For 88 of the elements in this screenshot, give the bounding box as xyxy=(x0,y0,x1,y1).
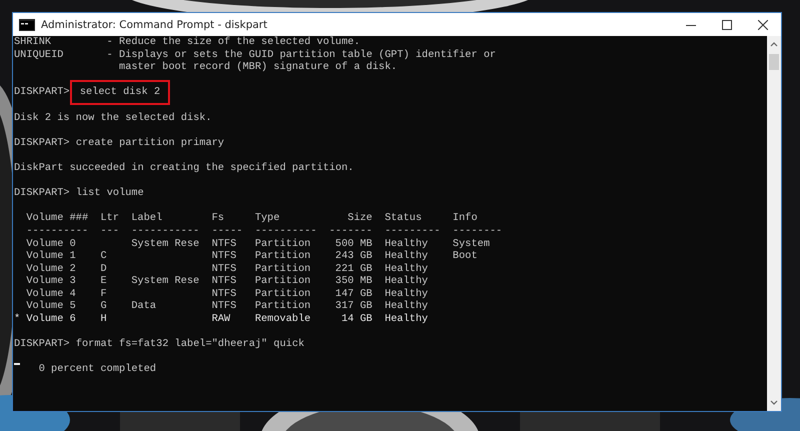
header-rule: ----------- xyxy=(131,224,200,238)
table-cell-text: 500 MB xyxy=(334,238,374,250)
table-cell-text: G xyxy=(100,300,108,314)
header-rule: -------- xyxy=(452,224,502,238)
table-cell-text: Volume 0 xyxy=(26,238,77,250)
table-cell-text: 221 GB xyxy=(334,262,374,276)
progress-text: 0 percent completed xyxy=(38,363,156,376)
table-cell-text: Partition xyxy=(254,300,312,314)
column-header: Info xyxy=(452,212,478,225)
highlighted-command: select disk 2 xyxy=(70,80,170,105)
table-cell-text: NTFS xyxy=(212,275,238,288)
command-text: create partition primary xyxy=(76,136,224,150)
command-name: UNIQUEID xyxy=(14,48,64,63)
header-rule: ---------- xyxy=(254,224,318,238)
command-description: - Reduce the size of the selected volume. xyxy=(106,36,360,49)
table-cell-text: Data xyxy=(131,300,158,314)
table-cell-text: 243 GB xyxy=(334,250,374,263)
header-rule: --------- xyxy=(384,224,442,238)
table-cell-text: 317 GB xyxy=(334,300,374,314)
table-cell-text: Partition xyxy=(254,275,312,288)
table-cell-text: Healthy xyxy=(384,300,429,314)
table-cell-text: NTFS xyxy=(212,288,238,300)
table-cell-text: System Rese xyxy=(131,238,200,250)
table-cell-text: Partition xyxy=(254,288,312,300)
table-cell-text: Partition xyxy=(254,250,312,263)
table-cell-text: Volume 3 xyxy=(26,275,77,288)
scroll-up-icon[interactable] xyxy=(769,40,779,48)
command-text: list volume xyxy=(76,187,144,200)
table-cell-text: 350 MB xyxy=(334,275,374,288)
table-cell-text: Healthy xyxy=(384,238,429,250)
header-rule: --- xyxy=(100,224,120,238)
table-cell-text: Healthy xyxy=(384,288,429,300)
close-icon xyxy=(758,20,768,30)
scrollbar[interactable] xyxy=(767,36,781,411)
table-cell-text: Healthy xyxy=(384,275,429,288)
column-header: Volume ### xyxy=(26,212,90,225)
table-cell-text: Partition xyxy=(254,238,312,250)
table-cell-text: NTFS xyxy=(212,300,238,314)
table-cell-text: 147 GB xyxy=(334,288,374,300)
table-cell-text: D xyxy=(100,262,108,276)
table-cell-text: F xyxy=(100,288,108,300)
table-cell-text: NTFS xyxy=(212,238,238,250)
table-cell-text: Volume 6 xyxy=(26,313,77,326)
table-cell-text: Volume 5 xyxy=(26,300,77,314)
console-icon xyxy=(19,18,35,30)
table-cell-text: Healthy xyxy=(384,313,429,326)
prompt-text: DISKPART> xyxy=(14,338,70,351)
prompt-text: DISKPART> xyxy=(14,86,70,99)
table-cell-text: Volume 2 xyxy=(26,262,77,276)
scroll-down-icon[interactable] xyxy=(769,399,779,407)
table-cell-text: H xyxy=(100,313,108,326)
column-header: Fs xyxy=(212,212,226,225)
column-header: Label xyxy=(131,212,164,225)
table-cell-text: Volume 1 xyxy=(26,250,77,263)
table-cell-text: Healthy xyxy=(384,250,429,263)
table-cell-text: 14 GB xyxy=(340,313,374,326)
table-cell-text: System xyxy=(452,238,491,250)
output-text: DiskPart succeeded in creating the specified partition. xyxy=(14,162,355,175)
table-cell-text: Partition xyxy=(254,262,312,276)
command-description: - Displays or sets the GUID partition table (GPT) identifier or xyxy=(106,48,496,62)
header-rule: ---------- xyxy=(26,224,90,238)
table-cell-text: C xyxy=(100,250,108,263)
table-cell-text: System Rese xyxy=(131,275,200,288)
table-cell-text: Removable xyxy=(254,313,312,326)
output-text: Disk 2 is now the selected disk. xyxy=(14,112,213,124)
cursor xyxy=(14,363,20,366)
command-description: master boot record (MBR) signature of a disk. xyxy=(118,61,398,74)
header-rule: ----- xyxy=(212,224,244,238)
table-cell-text: RAW xyxy=(212,313,232,326)
command-name: SHRINK xyxy=(14,36,52,49)
prompt-text: DISKPART> xyxy=(14,136,70,150)
table-cell-text: NTFS xyxy=(212,250,238,263)
selected-marker: * xyxy=(14,313,22,326)
column-header: Type xyxy=(254,212,281,225)
table-cell-text: Boot xyxy=(452,250,478,263)
column-header: Size xyxy=(346,212,374,225)
table-cell-text: Healthy xyxy=(384,262,429,276)
window-title: Administrator: Command Prompt - diskpart xyxy=(41,18,268,30)
table-cell-text: Volume 4 xyxy=(26,288,77,300)
header-rule: ------- xyxy=(329,224,374,238)
column-header: Ltr xyxy=(100,212,120,225)
table-cell-text: E xyxy=(100,275,108,288)
prompt-text: DISKPART> xyxy=(14,187,70,200)
command-text: format fs=fat32 label="dheeraj" quick xyxy=(76,338,304,351)
maximize-icon xyxy=(722,20,732,30)
table-cell-text: NTFS xyxy=(212,262,238,276)
column-header: Status xyxy=(384,212,423,225)
scroll-thumb[interactable] xyxy=(769,54,779,70)
